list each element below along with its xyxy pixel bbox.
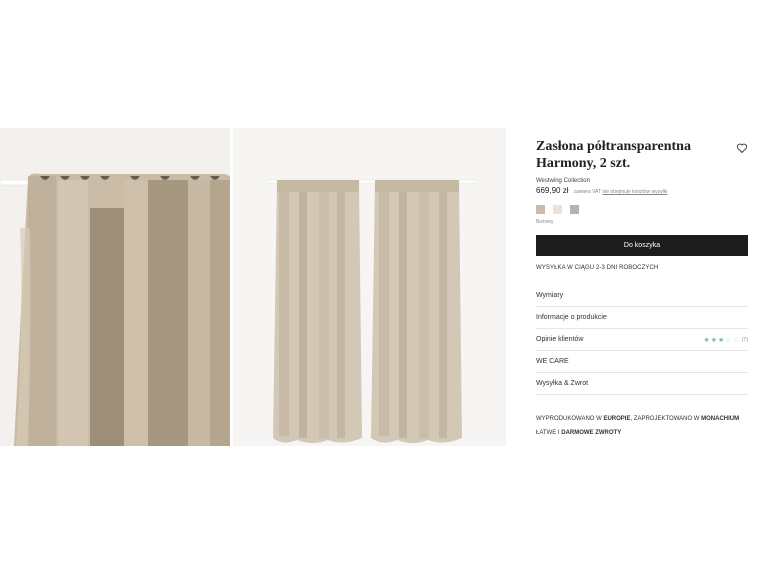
star-icon: ★ bbox=[710, 336, 718, 344]
note-bold: DARMOWE ZWROTY bbox=[561, 430, 622, 436]
vat-label: zawiera VAT bbox=[573, 189, 601, 195]
product-title: Zasłona półtransparentna Harmony, 2 szt. bbox=[536, 139, 691, 171]
star-empty-icon: ☆ bbox=[725, 336, 732, 344]
product-gallery bbox=[0, 128, 506, 446]
shipping-cost-link[interactable]: nie obejmuje kosztów wysyłki bbox=[602, 189, 667, 195]
accordion-we-care[interactable]: WE CARE bbox=[536, 351, 748, 373]
accordion-reviews[interactable]: Opinie klientów ★ ★ ★ ☆ ☆ (7) bbox=[536, 329, 748, 351]
accordion-product-info[interactable]: Informacje o produkcie bbox=[536, 307, 748, 329]
add-to-cart-button[interactable]: Do koszyka bbox=[536, 235, 748, 256]
made-in-note: WYPRODUKOWANO W EUROPIE, ZAPROJEKTOWANO … bbox=[536, 412, 748, 426]
note-text: ŁATWE I bbox=[536, 430, 562, 436]
product-image-closeup[interactable] bbox=[0, 128, 230, 446]
star-icon: ★ bbox=[718, 336, 725, 344]
accordion-dimensions-label: Wymiary bbox=[536, 292, 564, 299]
vat-note: zawiera VAT nie obejmuje kosztów wysyłki bbox=[573, 189, 667, 195]
note-bold: EUROPIE bbox=[603, 416, 631, 422]
color-swatches bbox=[535, 204, 748, 215]
price: 669,90 zł bbox=[536, 186, 569, 195]
swatch-szary[interactable] bbox=[570, 205, 579, 214]
star-empty-icon: ☆ bbox=[732, 336, 739, 344]
accordion-reviews-label: Opinie klientów bbox=[536, 336, 584, 343]
star-icon: ★ bbox=[703, 336, 710, 344]
accordion-dimensions[interactable]: Wymiary bbox=[536, 285, 748, 307]
note-text: WYPRODUKOWANO W bbox=[536, 416, 604, 422]
swatch-bezowy[interactable] bbox=[535, 204, 546, 215]
product-panel: Zasłona półtransparentna Harmony, 2 szt.… bbox=[535, 138, 748, 440]
accordion: Wymiary Informacje o produkcie Opinie kl… bbox=[536, 285, 748, 395]
note-bold: MONACHIUM bbox=[701, 416, 740, 422]
product-image-full[interactable] bbox=[233, 128, 506, 446]
brand-name: Westwing Collection bbox=[536, 178, 590, 184]
rating-stars: ★ ★ ★ ☆ ☆ (7) bbox=[703, 336, 748, 344]
returns-note: ŁATWE I DARMOWE ZWROTY bbox=[536, 426, 748, 440]
swatch-kremowy[interactable] bbox=[553, 205, 562, 214]
accordion-shipping-returns-label: Wysyłka & Zwrot bbox=[536, 380, 589, 387]
selected-color-name: Beżowy bbox=[536, 219, 554, 225]
accordion-we-care-label: WE CARE bbox=[536, 358, 569, 365]
accordion-product-info-label: Informacje o produkcie bbox=[536, 314, 607, 321]
note-text: , ZAPROJEKTOWANO W bbox=[630, 416, 702, 422]
accordion-shipping-returns[interactable]: Wysyłka & Zwrot bbox=[536, 373, 748, 395]
heart-icon[interactable] bbox=[736, 142, 748, 154]
brand-notes: WYPRODUKOWANO W EUROPIE, ZAPROJEKTOWANO … bbox=[536, 412, 748, 440]
shipping-info: WYSYŁKA W CIĄGU 2-3 DNI ROBOCZYCH bbox=[536, 265, 659, 271]
price-row: 669,90 zł zawiera VAT nie obejmuje koszt… bbox=[536, 186, 748, 195]
review-count: (7) bbox=[741, 336, 748, 343]
